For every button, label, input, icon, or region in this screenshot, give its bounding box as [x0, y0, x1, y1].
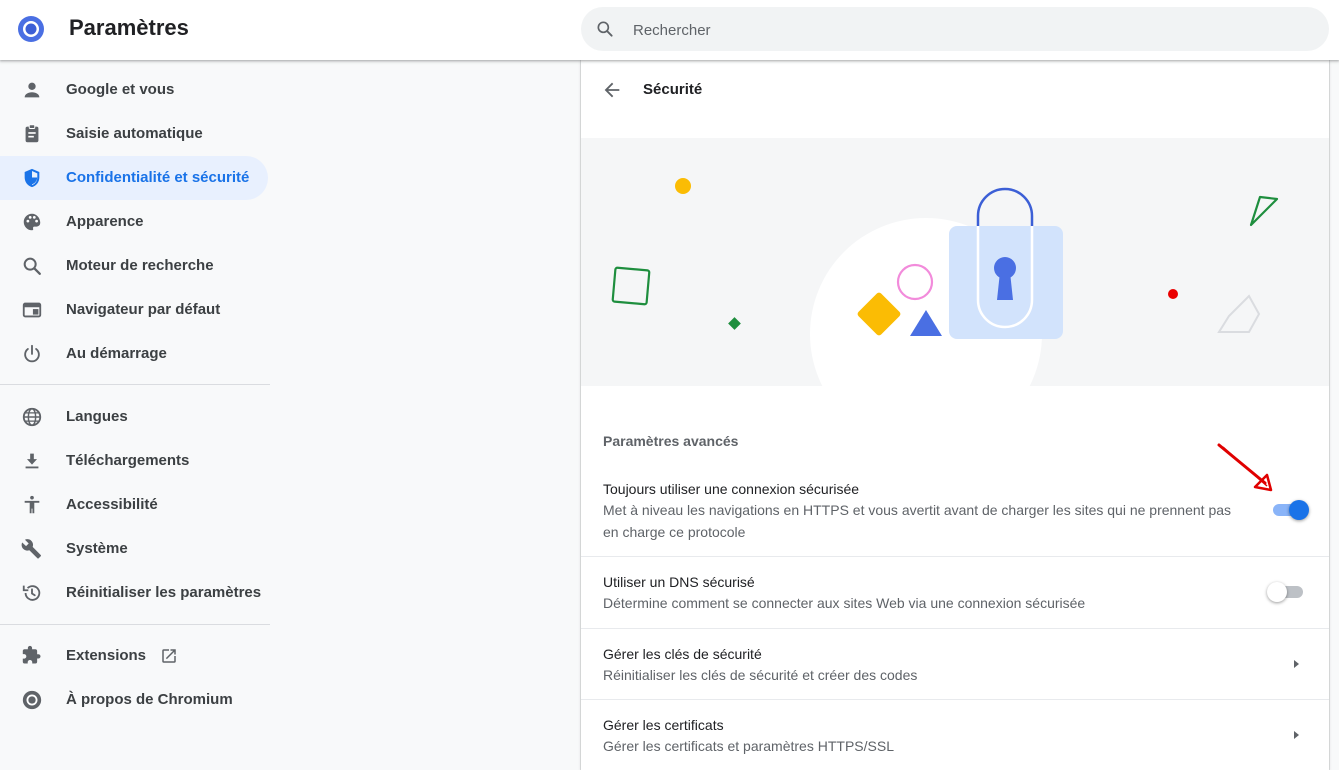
setting-description: Gérer les certificats et paramètres HTTP… [603, 738, 894, 754]
setting-row-secure-dns[interactable]: Utiliser un DNS sécurisé Détermine comme… [581, 557, 1329, 628]
sidebar-item-languages[interactable]: Langues [0, 395, 268, 439]
app-title: Paramètres [69, 15, 189, 40]
sidebar-item-google-and-you[interactable]: Google et vous [0, 68, 268, 112]
sidebar-item-label: Google et vous [66, 81, 175, 98]
secure-dns-toggle[interactable] [1267, 582, 1303, 602]
sidebar-item-search-engine[interactable]: Moteur de recherche [0, 244, 268, 288]
search-icon [597, 21, 613, 37]
sidebar-item-extensions[interactable]: Extensions [0, 634, 268, 678]
sidebar-item-autofill[interactable]: Saisie automatique [0, 112, 268, 156]
sidebar-item-label: Accessibilité [66, 496, 158, 513]
sidebar-item-label: Navigateur par défaut [66, 301, 221, 318]
chromium-logo-icon [18, 16, 44, 42]
sidebar-item-label: Téléchargements [66, 452, 190, 469]
sidebar-item-label: Saisie automatique [66, 125, 203, 142]
download-icon [25, 453, 39, 469]
setting-title: Toujours utiliser une connexion sécurisé… [603, 481, 860, 497]
restore-icon [22, 585, 41, 601]
padlock-illustration [611, 178, 1279, 386]
person-icon [24, 82, 40, 98]
https-toggle[interactable] [1273, 500, 1309, 520]
external-link-icon[interactable] [160, 647, 178, 665]
palette-icon [23, 213, 41, 231]
setting-description: Réinitialiser les clés de sécurité et cr… [603, 667, 918, 683]
sidebar-item-on-startup[interactable]: Au démarrage [0, 332, 268, 376]
accessibility-icon [24, 495, 40, 514]
sidebar-item-label: Réinitialiser les paramètres [66, 584, 262, 601]
sidebar-item-label: Confidentialité et sécurité [66, 169, 250, 186]
globe-icon [22, 407, 42, 427]
sidebar-item-label: Apparence [66, 213, 144, 230]
clipboard-icon [25, 124, 39, 143]
setting-title: Gérer les certificats [603, 717, 724, 733]
top-bar: Paramètres [0, 0, 1339, 60]
setting-title: Utiliser un DNS sécurisé [603, 574, 755, 590]
chevron-right-icon [1294, 660, 1299, 668]
sidebar-item-default-browser[interactable]: Navigateur par défaut [0, 288, 268, 332]
sidebar-item-system[interactable]: Système [0, 527, 268, 571]
search-box[interactable] [581, 7, 1329, 51]
toggle-knob [1289, 500, 1309, 520]
sidebar-nav: Google et vous Saisie automatique Confid… [0, 60, 270, 770]
setting-description: Met à niveau les navigations en HTTPS et… [603, 502, 1232, 540]
sidebar-item-appearance[interactable]: Apparence [0, 200, 268, 244]
back-arrow-icon[interactable] [601, 79, 623, 101]
sidebar-item-privacy-security[interactable]: Confidentialité et sécurité [0, 156, 268, 200]
puzzle-icon [22, 645, 41, 664]
sidebar-item-reset-settings[interactable]: Réinitialiser les paramètres [0, 571, 268, 615]
sidebar-item-label: Moteur de recherche [66, 257, 214, 274]
sidebar-item-accessibility[interactable]: Accessibilité [0, 483, 268, 527]
annotation-arrow-icon [1217, 443, 1273, 492]
sidebar-item-label: Langues [66, 408, 128, 425]
chromium-icon [22, 690, 42, 710]
search-input[interactable] [631, 17, 1295, 43]
sidebar-item-label: Au démarrage [66, 345, 167, 362]
settings-card: Sécurité Paramètres avancés Toujours uti… [581, 60, 1329, 770]
sidebar-item-label: À propos de Chromium [66, 691, 233, 708]
chevron-right-icon [1294, 731, 1299, 739]
power-icon [24, 344, 40, 363]
browser-window-icon [22, 302, 42, 318]
section-title-advanced: Paramètres avancés [603, 433, 739, 449]
setting-row-certificates[interactable]: Gérer les certificats Gérer les certific… [581, 700, 1329, 770]
setting-title: Gérer les clés de sécurité [603, 646, 762, 662]
sidebar-item-label: Système [66, 540, 128, 557]
setting-row-security-keys[interactable]: Gérer les clés de sécurité Réinitialiser… [581, 629, 1329, 699]
sidebar-divider [0, 624, 270, 625]
sidebar-divider [0, 384, 270, 385]
search-icon [23, 257, 41, 275]
toggle-knob [1267, 582, 1287, 602]
setting-description: Détermine comment se connecter aux sites… [603, 595, 1086, 611]
page-title: Sécurité [643, 81, 703, 98]
security-illustration [581, 138, 1329, 386]
sidebar-item-label: Extensions [66, 647, 147, 664]
sidebar-item-downloads[interactable]: Téléchargements [0, 439, 268, 483]
wrench-icon [21, 539, 41, 559]
sidebar-item-about-chromium[interactable]: À propos de Chromium [0, 678, 268, 722]
shield-icon [24, 168, 40, 188]
